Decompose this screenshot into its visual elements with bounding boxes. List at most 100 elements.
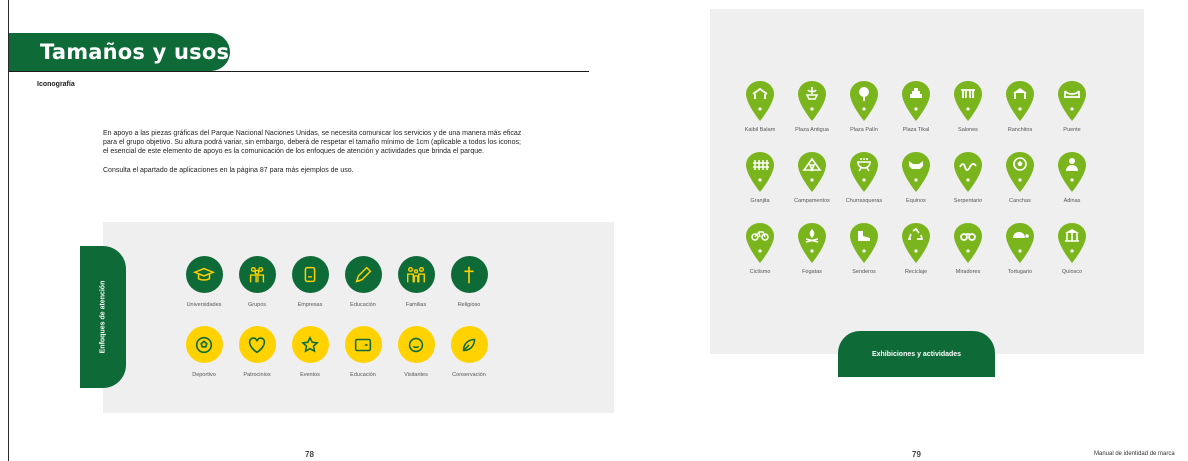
focus-item-eventos: Eventos (280, 326, 340, 378)
page-number-right: 79 (912, 450, 921, 459)
activity-label: Granjita (750, 198, 770, 204)
activity-label: Ciclismo (749, 269, 771, 275)
activity-label: Ranchitos (1007, 127, 1033, 133)
focus-item-conservacion: Conservación (439, 326, 499, 378)
activity-pin-equinos: Equinos (886, 151, 946, 204)
activity-pin-ranchitos: Ranchitos (990, 80, 1050, 133)
activity-label: Fogatas (802, 269, 822, 275)
activity-pin-senderos: Senderos (834, 222, 894, 275)
ball-icon (185, 326, 223, 363)
graduation-cap-icon (185, 256, 223, 293)
activity-label: Plaza Palín (850, 127, 878, 133)
focus-item-label: Educación (350, 302, 376, 308)
title-rule (9, 71, 589, 72)
focus-item-label: Universidades (186, 302, 222, 308)
wallet-icon (344, 326, 382, 363)
focus-item-empresas: Empresas (280, 256, 340, 308)
focus-item-educacion: Educación (333, 256, 393, 308)
activity-label: Campamentos (794, 198, 830, 204)
activity-label: Reciclaje (904, 269, 928, 275)
activity-pin-plaza-tikal: Plaza Tikal (886, 80, 946, 133)
focus-item-label: Patrocinios (243, 372, 271, 378)
intro-text: En apoyo a las piezas gráficas del Parqu… (103, 129, 523, 175)
fountain-icon (798, 81, 826, 121)
activity-label: Canchas (1009, 198, 1031, 204)
title-banner: Tamaños y usos (9, 33, 230, 71)
activity-pin-plaza-palin: Plaza Palín (834, 80, 894, 133)
activity-label: Plaza Tikal (902, 127, 930, 133)
intro-paragraph-1: En apoyo a las piezas gráficas del Parqu… (103, 130, 522, 156)
focus-item-label: Deportivo (192, 372, 216, 378)
activity-label: Adinas (1063, 198, 1081, 204)
focus-tab: Enfoques de atención (80, 246, 126, 388)
activity-pin-plaza-antigua: Plaza Antigua (782, 80, 842, 133)
focus-item-visitantes: Visitantes (386, 326, 446, 378)
activity-pin-churrasqueras: Churrasqueras (834, 151, 894, 204)
focus-tab-label: Enfoques de atención (99, 280, 107, 354)
activity-pin-adinas: Adinas (1042, 151, 1102, 204)
page-number-left: 78 (305, 450, 314, 459)
family-icon (397, 256, 435, 293)
activity-pin-miradores: Miradores (938, 222, 998, 275)
binoculars-icon (954, 223, 982, 263)
kiosk-icon (1058, 223, 1086, 263)
focus-item-label: Visitantes (404, 372, 428, 378)
activity-label: Puente (1063, 127, 1081, 133)
focus-item-label: Eventos (300, 372, 320, 378)
grill-icon (850, 152, 878, 192)
focus-item-familias: Familias (386, 256, 446, 308)
leaf-icon (450, 326, 488, 363)
recycle-icon (902, 223, 930, 263)
focus-item-label: Grupos (247, 302, 267, 308)
activity-pin-serpentario: Serpentario (938, 151, 998, 204)
section-label: Iconografía (37, 81, 75, 88)
snake-icon (954, 152, 982, 192)
focus-item-label: Familias (405, 302, 427, 308)
activity-pin-kaibil-balam: Kaibil Balam (730, 80, 790, 133)
activity-label: Serpentario (953, 198, 983, 204)
bicycle-icon (746, 223, 774, 263)
heart-icon (238, 326, 276, 363)
focus-item-label: Educación (350, 372, 376, 378)
activity-pin-salones: Salones (938, 80, 998, 133)
star-icon (291, 326, 329, 363)
activity-pin-fogatas: Fogatas (782, 222, 842, 275)
smile-icon (397, 326, 435, 363)
campfire-icon (798, 223, 826, 263)
activity-label: Equinos (906, 198, 926, 204)
pencil-icon (344, 256, 382, 293)
activity-label: Plaza Antigua (795, 127, 829, 133)
tent-icon (798, 152, 826, 192)
activity-pin-puente: Puente (1042, 80, 1102, 133)
turtle-icon (1006, 223, 1034, 263)
focus-item-label: Conservación (452, 372, 486, 378)
focus-item-label: Empresas (297, 302, 323, 308)
fence-icon (746, 152, 774, 192)
intro-paragraph-2: Consulta el apartado de aplicaciones en … (103, 167, 354, 175)
hall-icon (954, 81, 982, 121)
activities-ribbon: Exhibiciones y actividades (838, 331, 995, 377)
pyramid-icon (902, 81, 930, 121)
cross-icon (450, 256, 488, 293)
person-icon (1058, 152, 1086, 192)
activity-pin-ciclismo: Ciclismo (730, 222, 790, 275)
focus-icons-panel (103, 222, 614, 413)
focus-item-label: Religioso (457, 302, 481, 308)
activity-pin-granjita: Granjita (730, 151, 790, 204)
activity-label: Quiosco (1061, 269, 1083, 275)
group-icon (238, 256, 276, 293)
activity-pin-reciclaje: Reciclaje (886, 222, 946, 275)
focus-item-patrocinios: Patrocinios (227, 326, 287, 378)
activity-pin-quiosco: Quiosco (1042, 222, 1102, 275)
activity-label: Salones (958, 127, 978, 133)
activity-label: Kaibil Balam (744, 127, 776, 133)
focus-item-deportivo: Deportivo (174, 326, 234, 378)
horse-icon (902, 152, 930, 192)
activity-pin-canchas: Canchas (990, 151, 1050, 204)
activity-pin-tortugario: Tortugario (990, 222, 1050, 275)
focus-item-universidades: Universidades (174, 256, 234, 308)
focus-item-religioso: Religioso (439, 256, 499, 308)
ranch-icon (1006, 81, 1034, 121)
activity-label: Churrasqueras (845, 198, 883, 204)
building-icon (291, 256, 329, 293)
